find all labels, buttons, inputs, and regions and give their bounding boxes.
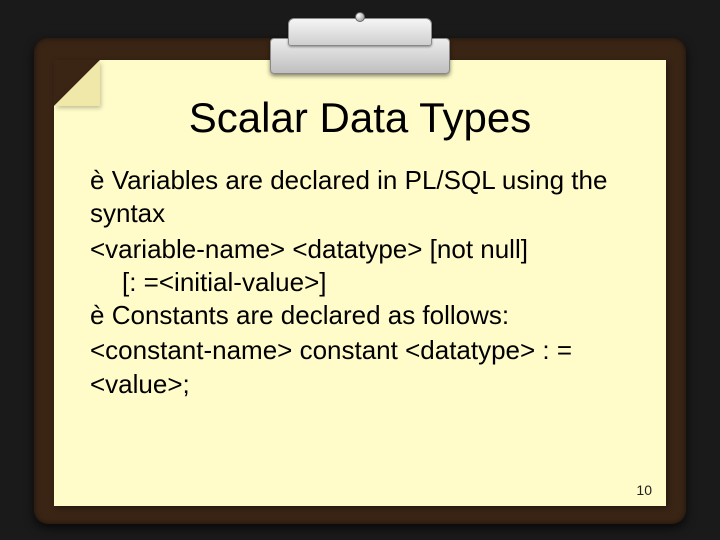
code-line: [: =<initial-value>] — [90, 266, 630, 299]
page-curl — [54, 60, 100, 106]
note-paper: Scalar Data Types è Variables are declar… — [54, 60, 666, 506]
slide-content: è Variables are declared in PL/SQL using… — [90, 164, 630, 401]
bullet-2: è Constants are declared as follows: — [90, 299, 630, 332]
code-line: <constant-name> constant <datatype> : = … — [90, 334, 630, 401]
bullet-text: Constants are declared as follows: — [112, 300, 509, 330]
bullet-text: Variables are declared in PL/SQL using t… — [90, 165, 607, 228]
bullet-1: è Variables are declared in PL/SQL using… — [90, 164, 630, 231]
bullet-marker: è — [90, 300, 104, 330]
clip-icon — [270, 10, 450, 74]
clipboard: Scalar Data Types è Variables are declar… — [20, 10, 700, 530]
slide-title: Scalar Data Types — [90, 94, 630, 142]
bullet-marker: è — [90, 165, 104, 195]
code-line: <variable-name> <datatype> [not null] — [90, 233, 630, 266]
page-number: 10 — [636, 482, 652, 498]
